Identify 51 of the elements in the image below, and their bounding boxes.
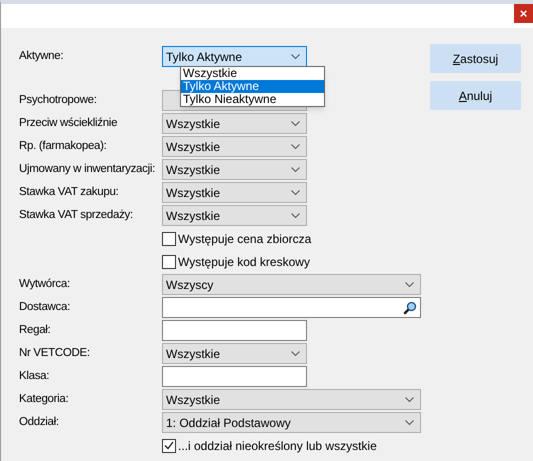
field-label: Klasa: xyxy=(18,369,50,384)
dropdown[interactable]: Wszystkie xyxy=(162,159,307,180)
checkbox-label[interactable]: ...i oddział nieokreślony lub wszystkie xyxy=(178,436,377,454)
field-label: Oddział: xyxy=(18,415,60,430)
dropdown[interactable]: Wszystkie xyxy=(162,113,307,134)
dropdown[interactable]: Wszystkie xyxy=(162,136,307,157)
dropdown-option[interactable]: Tylko Aktywne xyxy=(181,80,324,93)
field-label: Stawka VAT zakupu: xyxy=(18,185,120,200)
chevron-icon xyxy=(405,420,414,425)
checkbox[interactable] xyxy=(162,254,176,268)
search-field[interactable] xyxy=(162,297,421,318)
chevron-icon xyxy=(291,167,300,172)
checkbox[interactable] xyxy=(162,232,176,246)
dropdown[interactable]: Wszystkie xyxy=(162,389,421,410)
text-field[interactable] xyxy=(162,320,307,341)
dropdown[interactable]: Wszystkie xyxy=(162,343,307,364)
chevron-icon xyxy=(291,144,300,149)
dialog-button[interactable]: Zastosuj xyxy=(430,44,521,73)
dropdown-option[interactable]: Tylko Nieaktywne xyxy=(181,93,324,106)
checkbox-label[interactable]: Występuje cena zbiorcza xyxy=(178,230,312,248)
chevron-icon xyxy=(405,282,414,287)
chevron-icon xyxy=(291,213,300,218)
field-label: Regał: xyxy=(18,323,52,338)
dropdown[interactable]: Wszystkie xyxy=(162,182,307,203)
dropdown[interactable]: Wszyscy xyxy=(162,274,421,295)
field-label: Dostawca: xyxy=(18,300,71,315)
dropdown[interactable]: 1: Oddział Podstawowy xyxy=(162,412,421,433)
checkbox-label[interactable]: Występuje kod kreskowy xyxy=(178,252,310,270)
chevron-icon xyxy=(291,351,300,356)
field-label: Nr VETCODE: xyxy=(18,346,91,361)
field-label: Stawka VAT sprzedaży: xyxy=(18,208,134,223)
field-label: Ujmowany w inwentaryzacji: xyxy=(18,162,156,177)
dropdown[interactable]: Wszystkie xyxy=(162,205,307,226)
chevron-icon xyxy=(405,397,414,402)
dropdown-option[interactable]: Wszystkie xyxy=(181,67,324,80)
checkmark-icon xyxy=(164,441,174,450)
field-label: Kategoria: xyxy=(18,392,70,407)
field-label: Rp. (farmakopea): xyxy=(18,139,108,154)
close-button[interactable]: × xyxy=(514,4,533,23)
field-label: Wytwórca: xyxy=(18,277,71,292)
field-label: Przeciw wściekliźnie xyxy=(18,116,118,131)
text-field[interactable] xyxy=(162,366,307,387)
dialog-button[interactable]: Anuluj xyxy=(430,81,521,110)
dropdown[interactable]: Tylko Aktywne xyxy=(162,46,307,67)
field-label: Aktywne: xyxy=(18,49,64,64)
field-label: Psychotropowe: xyxy=(18,93,98,108)
checkbox[interactable] xyxy=(162,438,176,452)
search-icon[interactable] xyxy=(403,300,417,314)
chevron-icon xyxy=(291,190,300,195)
chevron-icon xyxy=(291,121,300,126)
chevron-icon xyxy=(291,54,300,59)
